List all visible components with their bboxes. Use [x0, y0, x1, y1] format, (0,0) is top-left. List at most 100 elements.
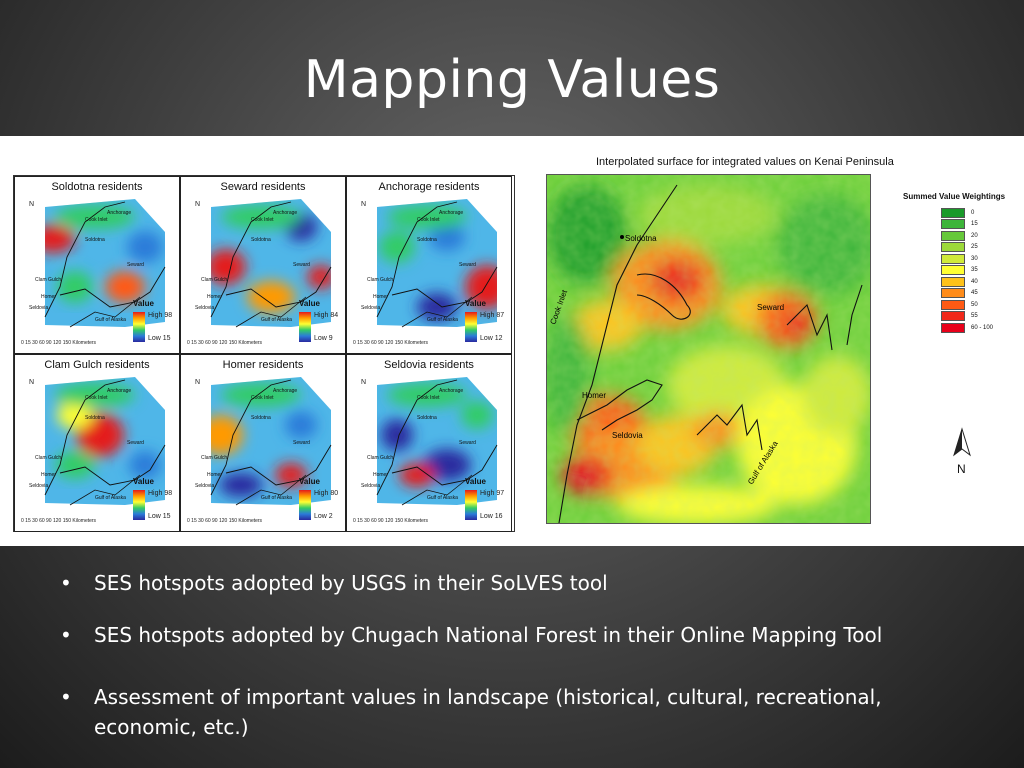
value-legend: Value High 80 Low 2 — [299, 477, 343, 524]
legend-label: 15 — [971, 221, 978, 227]
legend-swatch — [941, 230, 965, 241]
legend-swatch — [941, 299, 965, 310]
map-panel-soldotna: Soldotna residents Anchorage Cook Inlet Sol… — [14, 176, 180, 354]
integrated-map-surface: Soldotna Seward Homer Seldovia Cook Inle… — [547, 175, 870, 523]
place-label: Seward — [293, 440, 310, 446]
integrated-map-title: Interpolated surface for integrated valu… — [596, 156, 894, 168]
place-label: Seldovia — [29, 305, 49, 311]
north-arrow-icon: N — [29, 379, 35, 386]
north-arrow-icon: N — [29, 201, 35, 208]
place-label: Seward — [127, 262, 144, 268]
color-ramp — [465, 312, 477, 342]
place-label: Clam Gulch — [201, 455, 228, 461]
scale-bar: 0 15 30 60 90 120 150 Kilometers — [187, 518, 263, 524]
legend-low: Low 16 — [480, 513, 503, 520]
place-label: Homer — [41, 294, 57, 300]
place-label: Homer — [207, 294, 223, 300]
north-arrow-icon: N — [361, 201, 367, 208]
legend-low: Low 9 — [314, 335, 333, 342]
legend-row: 50 — [903, 299, 1024, 310]
place-label: Anchorage — [273, 388, 298, 394]
place-label: Seldovia — [361, 483, 381, 489]
place-label: Soldotna — [85, 237, 105, 243]
value-legend: Value High 98 Low 15 — [133, 299, 177, 346]
summed-value-legend-title: Summed Value Weightings — [903, 192, 1006, 201]
legend-row: 60 - 100 — [903, 322, 1024, 333]
place-label: Soldotna — [251, 237, 271, 243]
map-panel-title: Seward residents — [220, 181, 306, 193]
legend-swatch — [941, 288, 965, 298]
place-label: Soldotna — [417, 415, 437, 421]
legend-title: Value — [133, 299, 154, 308]
place-label: Clam Gulch — [201, 277, 228, 283]
legend-swatch — [941, 276, 965, 287]
legend-high: High 87 — [480, 312, 505, 319]
place-label: Cook Inlet — [417, 217, 440, 223]
place-label: Soldotna — [85, 415, 105, 421]
map-panel-anchorage: Anchorage residents Anchorage Cook Inlet So… — [346, 176, 512, 354]
place-label: Cook Inlet — [251, 217, 274, 223]
legend-label: 45 — [971, 290, 978, 296]
legend-row: 40 — [903, 276, 1024, 287]
place-label: Seldovia — [195, 483, 215, 489]
place-label: Seldovia — [195, 305, 215, 311]
legend-label: 35 — [971, 267, 978, 273]
place-label: Seldovia — [29, 483, 49, 489]
place-label: Gulf of Alaska — [261, 317, 292, 323]
place-label: Homer — [373, 472, 389, 478]
place-label: Seward — [459, 262, 476, 268]
legend-swatch — [941, 265, 965, 275]
place-label: Seward — [293, 262, 310, 268]
color-ramp — [133, 312, 145, 342]
legend-row: 0 — [903, 207, 1024, 218]
legend-low: Low 15 — [148, 335, 171, 342]
place-label: Homer — [41, 472, 57, 478]
place-label: Anchorage — [439, 388, 464, 394]
label-soldotna: Soldotna — [625, 234, 657, 243]
map-panel-title: Homer residents — [222, 359, 304, 371]
legend-high: High 98 — [148, 312, 173, 319]
integrated-map-figure: Interpolated surface for integrated valu… — [546, 152, 1024, 524]
legend-row: 25 — [903, 242, 1024, 253]
map-panel-seldovia: Seldovia residents Anchorage Cook Inlet Sol… — [346, 354, 512, 532]
color-ramp — [299, 490, 311, 520]
map-panel-seward: Seward residents Anchorage Cook Inlet Soldo… — [180, 176, 346, 354]
legend-row: 55 — [903, 311, 1024, 322]
legend-label: 25 — [971, 244, 978, 250]
integrated-map: Soldotna Seward Homer Seldovia Cook Inle… — [546, 174, 871, 524]
place-label: Gulf of Alaska — [427, 495, 458, 501]
scale-bar: 0 15 30 60 90 120 150 Kilometers — [21, 340, 97, 346]
legend-swatch — [941, 253, 965, 264]
place-label: Seward — [459, 440, 476, 446]
north-arrow-icon: N — [361, 379, 367, 386]
place-label: Cook Inlet — [417, 395, 440, 401]
north-arrow-icon: N — [953, 427, 971, 476]
legend-label: 30 — [971, 255, 978, 262]
legend-title: Value — [465, 477, 486, 486]
north-label: N — [957, 462, 966, 476]
place-label: Seward — [127, 440, 144, 446]
slide-title: Mapping Values — [303, 50, 721, 110]
value-legend: Value High 84 Low 9 — [299, 299, 343, 346]
legend-low: Low 2 — [314, 513, 333, 520]
legend-title: Value — [299, 299, 320, 308]
value-legend: Value High 98 Low 15 — [133, 477, 177, 524]
place-label: Soldotna — [251, 415, 271, 421]
label-homer: Homer — [582, 391, 606, 400]
legend-row: 15 — [903, 219, 1024, 230]
color-ramp — [465, 490, 477, 520]
legend-title: Value — [465, 299, 486, 308]
legend-row: 30 — [903, 253, 1024, 264]
place-label: Clam Gulch — [35, 277, 62, 283]
small-multiples-grid: Soldotna residents Anchorage Cook Inlet Sol… — [13, 175, 515, 532]
place-label: Gulf of Alaska — [95, 495, 126, 501]
value-legend: Value High 97 Low 16 — [465, 477, 509, 524]
place-label: Clam Gulch — [367, 277, 394, 283]
north-arrow-icon: N — [195, 201, 201, 208]
map-panel-clam-gulch: Clam Gulch residents Anchorage Cook Inlet S… — [14, 354, 180, 532]
bullet-item: SES hotspots adopted by Chugach National… — [60, 620, 882, 650]
map-panel-title: Seldovia residents — [384, 359, 474, 371]
legend-label: 60 - 100 — [971, 324, 994, 331]
soldotna-marker — [620, 235, 624, 239]
place-label: Clam Gulch — [367, 455, 394, 461]
